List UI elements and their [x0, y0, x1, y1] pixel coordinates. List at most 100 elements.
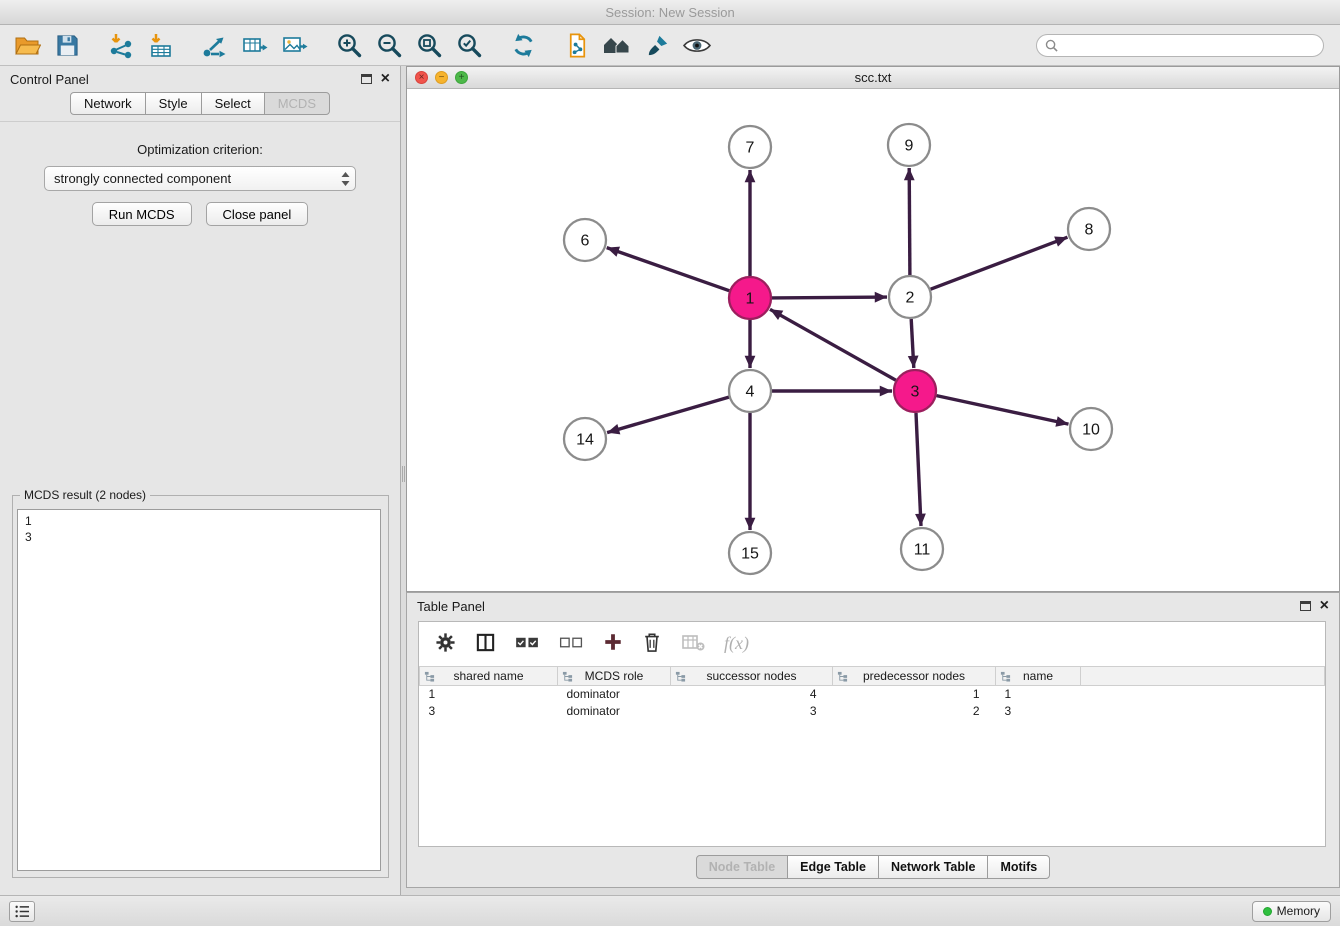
close-table-panel-icon[interactable]: × — [1320, 599, 1329, 613]
open-session-button[interactable] — [10, 28, 44, 62]
columns-icon — [475, 632, 496, 653]
graph-node-2[interactable]: 2 — [889, 276, 931, 318]
control-panel-header: Control Panel × — [0, 66, 400, 92]
table-cell: 1 — [833, 686, 996, 703]
graph-edge-2-3[interactable] — [911, 319, 914, 368]
plus-icon — [603, 632, 623, 652]
zoom-out-icon — [376, 32, 403, 59]
graph-edge-3-1[interactable] — [770, 309, 896, 380]
zoom-out-button[interactable] — [372, 28, 406, 62]
run-mcds-button[interactable]: Run MCDS — [92, 202, 192, 226]
column-header-shared-name[interactable]: shared name — [420, 667, 558, 686]
document-network-button[interactable] — [560, 28, 594, 62]
home-button[interactable] — [600, 28, 634, 62]
import-network-button[interactable] — [104, 28, 138, 62]
zoom-in-button[interactable] — [332, 28, 366, 62]
graph-node-8[interactable]: 8 — [1068, 208, 1110, 250]
graph-node-9[interactable]: 9 — [888, 124, 930, 166]
column-label: successor nodes — [706, 669, 796, 683]
table-row[interactable]: 3dominator323 — [420, 703, 1325, 720]
tab-node-table[interactable]: Node Table — [696, 855, 788, 879]
style-paint-button[interactable] — [640, 28, 674, 62]
float-table-panel-icon[interactable] — [1300, 601, 1311, 611]
tab-network[interactable]: Network — [70, 92, 146, 115]
graph-node-11[interactable]: 11 — [901, 528, 943, 570]
table-cell: 3 — [996, 703, 1081, 720]
tab-style[interactable]: Style — [145, 92, 202, 115]
graph-edge-4-14[interactable] — [607, 397, 729, 433]
search-input[interactable] — [1058, 38, 1315, 52]
table-header-row: shared name MCDS role successor nodes pr… — [420, 667, 1325, 686]
show-columns-button[interactable] — [475, 632, 496, 656]
network-canvas[interactable]: 7 9 6 8 1 2 4 3 14 10 15 11 — [407, 90, 1339, 591]
import-table-button[interactable] — [144, 28, 178, 62]
graph-node-label: 8 — [1085, 222, 1094, 239]
mcds-result-list[interactable]: 1 3 — [17, 509, 381, 871]
table-cell: dominator — [558, 686, 671, 703]
column-header-successor-nodes[interactable]: successor nodes — [671, 667, 833, 686]
tab-select[interactable]: Select — [201, 92, 265, 115]
delete-table-button[interactable] — [681, 632, 705, 655]
export-network-button[interactable] — [198, 28, 232, 62]
graph-node-6[interactable]: 6 — [564, 219, 606, 261]
export-table-button[interactable] — [238, 28, 272, 62]
zoom-fit-icon — [416, 32, 443, 59]
window-maximize-button[interactable]: + — [455, 71, 468, 84]
select-all-button[interactable] — [515, 634, 540, 654]
graph-edge-1-6[interactable] — [607, 248, 730, 291]
memory-button[interactable]: Memory — [1252, 901, 1331, 922]
add-column-button[interactable] — [603, 632, 623, 655]
column-header-mcds-role[interactable]: MCDS role — [558, 667, 671, 686]
splitter-handle[interactable] — [402, 466, 405, 482]
network-graph[interactable]: 7 9 6 8 1 2 4 3 14 10 15 11 — [407, 90, 1339, 593]
table-settings-button[interactable] — [435, 632, 456, 656]
tab-network-table[interactable]: Network Table — [878, 855, 989, 879]
graph-node-10[interactable]: 10 — [1070, 408, 1112, 450]
graph-edge-2-8[interactable] — [931, 237, 1068, 289]
memory-label: Memory — [1277, 904, 1320, 918]
close-panel-button[interactable]: Close panel — [206, 202, 309, 226]
zoom-fit-button[interactable] — [412, 28, 446, 62]
graph-node-7[interactable]: 7 — [729, 126, 771, 168]
window-minimize-button[interactable]: − — [435, 71, 448, 84]
graph-node-3[interactable]: 3 — [894, 370, 936, 412]
graph-edge-2-9[interactable] — [909, 168, 910, 275]
table-cell: 3 — [420, 703, 558, 720]
document-network-icon — [564, 32, 591, 59]
export-table-icon — [241, 31, 269, 59]
graph-edge-3-11[interactable] — [916, 413, 921, 526]
window-close-button[interactable]: × — [415, 71, 428, 84]
close-panel-icon[interactable]: × — [381, 72, 390, 86]
network-window-titlebar[interactable]: × − + scc.txt — [407, 67, 1339, 89]
show-hide-details-button[interactable] — [680, 28, 714, 62]
delete-column-button[interactable] — [642, 631, 662, 656]
tab-edge-table[interactable]: Edge Table — [787, 855, 879, 879]
trash-icon — [642, 631, 662, 653]
function-builder-button[interactable]: f(x) — [724, 633, 749, 654]
table-panel-header: Table Panel × — [407, 593, 1339, 619]
save-session-button[interactable] — [50, 28, 84, 62]
column-header-predecessor-nodes[interactable]: predecessor nodes — [833, 667, 996, 686]
graph-node-4[interactable]: 4 — [729, 370, 771, 412]
search-box[interactable] — [1036, 34, 1324, 57]
graph-node-label: 7 — [746, 140, 755, 157]
criterion-dropdown[interactable]: strongly connected component — [44, 166, 356, 191]
float-panel-icon[interactable] — [361, 74, 372, 84]
table-row[interactable]: 1dominator411 — [420, 686, 1325, 703]
refresh-button[interactable] — [506, 28, 540, 62]
graph-node-label: 1 — [746, 291, 755, 308]
graph-node-label: 4 — [746, 384, 755, 401]
zoom-selected-button[interactable] — [452, 28, 486, 62]
graph-node-14[interactable]: 14 — [564, 418, 606, 460]
tab-motifs[interactable]: Motifs — [987, 855, 1050, 879]
deselect-all-button[interactable] — [559, 634, 584, 654]
column-header-name[interactable]: name — [996, 667, 1081, 686]
tab-mcds[interactable]: MCDS — [264, 92, 330, 115]
graph-edge-3-10[interactable] — [937, 396, 1069, 425]
column-label: name — [1023, 669, 1053, 683]
export-image-button[interactable] — [278, 28, 312, 62]
graph-node-15[interactable]: 15 — [729, 532, 771, 574]
task-history-button[interactable] — [9, 901, 35, 922]
graph-edge-1-2[interactable] — [772, 297, 887, 298]
graph-node-1[interactable]: 1 — [729, 277, 771, 319]
